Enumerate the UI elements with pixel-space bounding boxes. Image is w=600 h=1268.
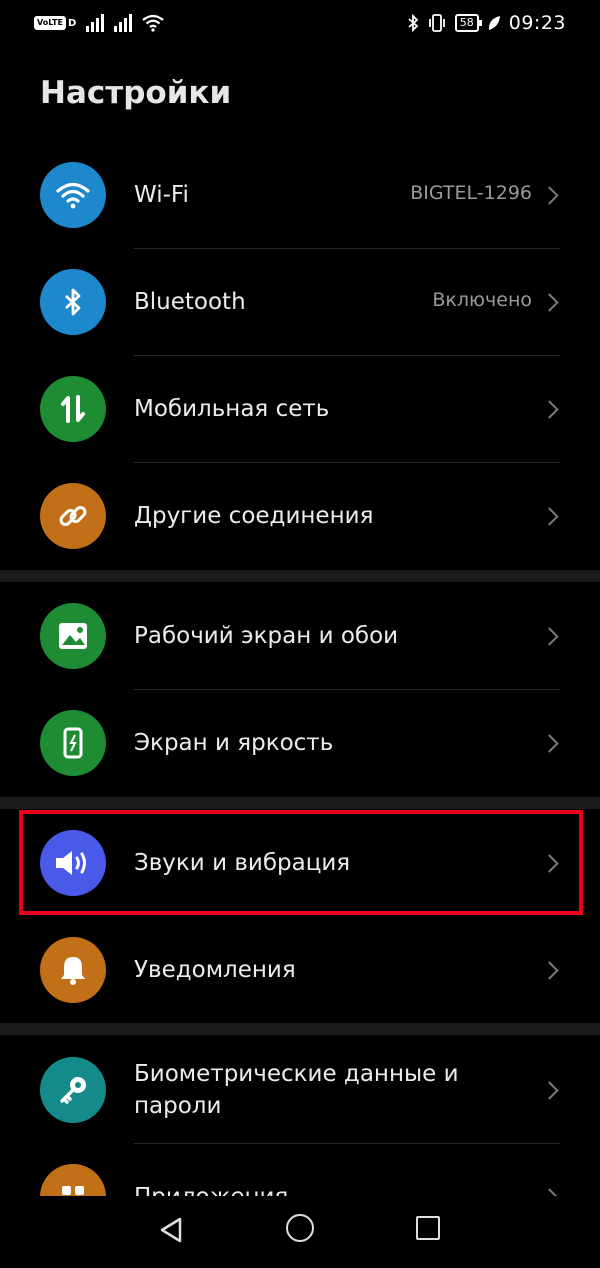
navigation-bar: [0, 1196, 600, 1268]
divider: [134, 355, 560, 356]
back-icon[interactable]: [158, 1216, 184, 1244]
key-icon: [40, 1057, 106, 1123]
divider: [134, 248, 560, 249]
section-separator: [0, 1023, 600, 1035]
settings-item-label: Мобильная сеть: [134, 396, 330, 422]
highlight-frame: [19, 810, 583, 915]
settings-item-value: Включено: [432, 289, 532, 311]
vibrate-icon: [428, 14, 445, 32]
settings-item-value: BIGTEL-1296: [410, 182, 532, 204]
settings-item-home-screen[interactable]: Рабочий экран и обои: [0, 603, 600, 669]
volte-sub-label: D: [67, 17, 77, 29]
chevron-right-icon: [540, 507, 559, 526]
display-icon: [40, 710, 106, 776]
settings-item-label: Bluetooth: [134, 289, 246, 315]
signal-icon-2: [114, 14, 133, 32]
settings-item-label: Биометрические данные и пароли: [134, 1061, 459, 1119]
settings-item-display[interactable]: Экран и яркость: [0, 710, 600, 776]
wifi-icon: [40, 162, 106, 228]
signal-icon: [86, 14, 105, 32]
settings-item-label: Экран и яркость: [134, 730, 334, 756]
settings-item-label: Wi-Fi: [134, 182, 189, 208]
volte-icon: VoLTE: [34, 16, 66, 30]
chevron-right-icon: [540, 400, 559, 419]
bell-icon: [40, 937, 106, 1003]
wifi-status-icon: [142, 14, 164, 32]
mobile-data-icon: [40, 376, 106, 442]
chevron-right-icon: [540, 961, 559, 980]
section-separator: [0, 797, 600, 809]
chevron-right-icon: [540, 1081, 559, 1100]
leaf-icon: [488, 16, 500, 30]
section-separator: [0, 570, 600, 582]
clock: 09:23: [508, 12, 566, 34]
wallpaper-icon: [40, 603, 106, 669]
divider: [134, 462, 560, 463]
settings-item-label: Другие соединения: [134, 503, 374, 529]
link-icon: [40, 483, 106, 549]
settings-item-notifications[interactable]: Уведомления: [0, 937, 600, 1003]
settings-item-biometrics[interactable]: Биометрические данные и пароли: [0, 1057, 600, 1123]
bluetooth-icon: [40, 269, 106, 335]
settings-item-mobile-network[interactable]: Мобильная сеть: [0, 376, 600, 442]
divider: [134, 689, 560, 690]
recents-icon[interactable]: [416, 1216, 440, 1240]
chevron-right-icon: [540, 293, 559, 312]
battery-icon: 58: [454, 14, 482, 32]
settings-item-other-connections[interactable]: Другие соединения: [0, 483, 600, 549]
status-bar: VoLTE D 58 09:23: [0, 0, 600, 52]
bluetooth-status-icon: [408, 14, 419, 32]
settings-item-wifi[interactable]: Wi-Fi BIGTEL-1296: [0, 162, 600, 228]
chevron-right-icon: [540, 186, 559, 205]
settings-item-label: Уведомления: [134, 957, 296, 983]
chevron-right-icon: [540, 627, 559, 646]
home-icon[interactable]: [286, 1214, 314, 1242]
settings-item-bluetooth[interactable]: Bluetooth Включено: [0, 269, 600, 335]
divider: [134, 1143, 560, 1144]
chevron-right-icon: [540, 734, 559, 753]
settings-item-label: Рабочий экран и обои: [134, 623, 399, 649]
page-title: Настройки: [40, 75, 232, 111]
